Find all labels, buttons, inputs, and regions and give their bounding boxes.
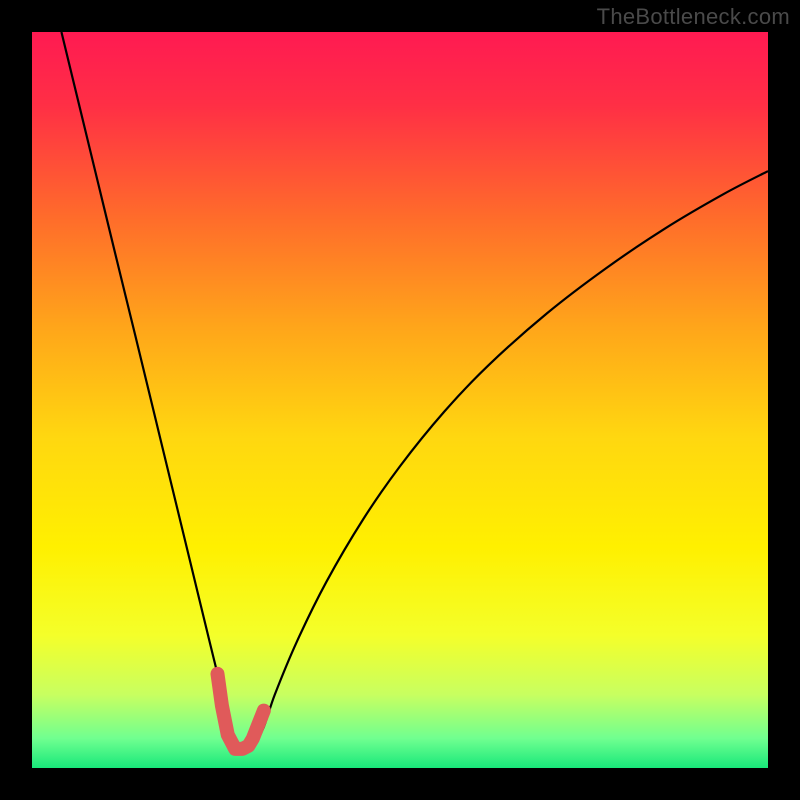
chart-frame: TheBottleneck.com [0, 0, 800, 800]
gradient-background [32, 32, 768, 768]
chart-svg [32, 32, 768, 768]
watermark-text: TheBottleneck.com [597, 4, 790, 30]
plot-area [32, 32, 768, 768]
